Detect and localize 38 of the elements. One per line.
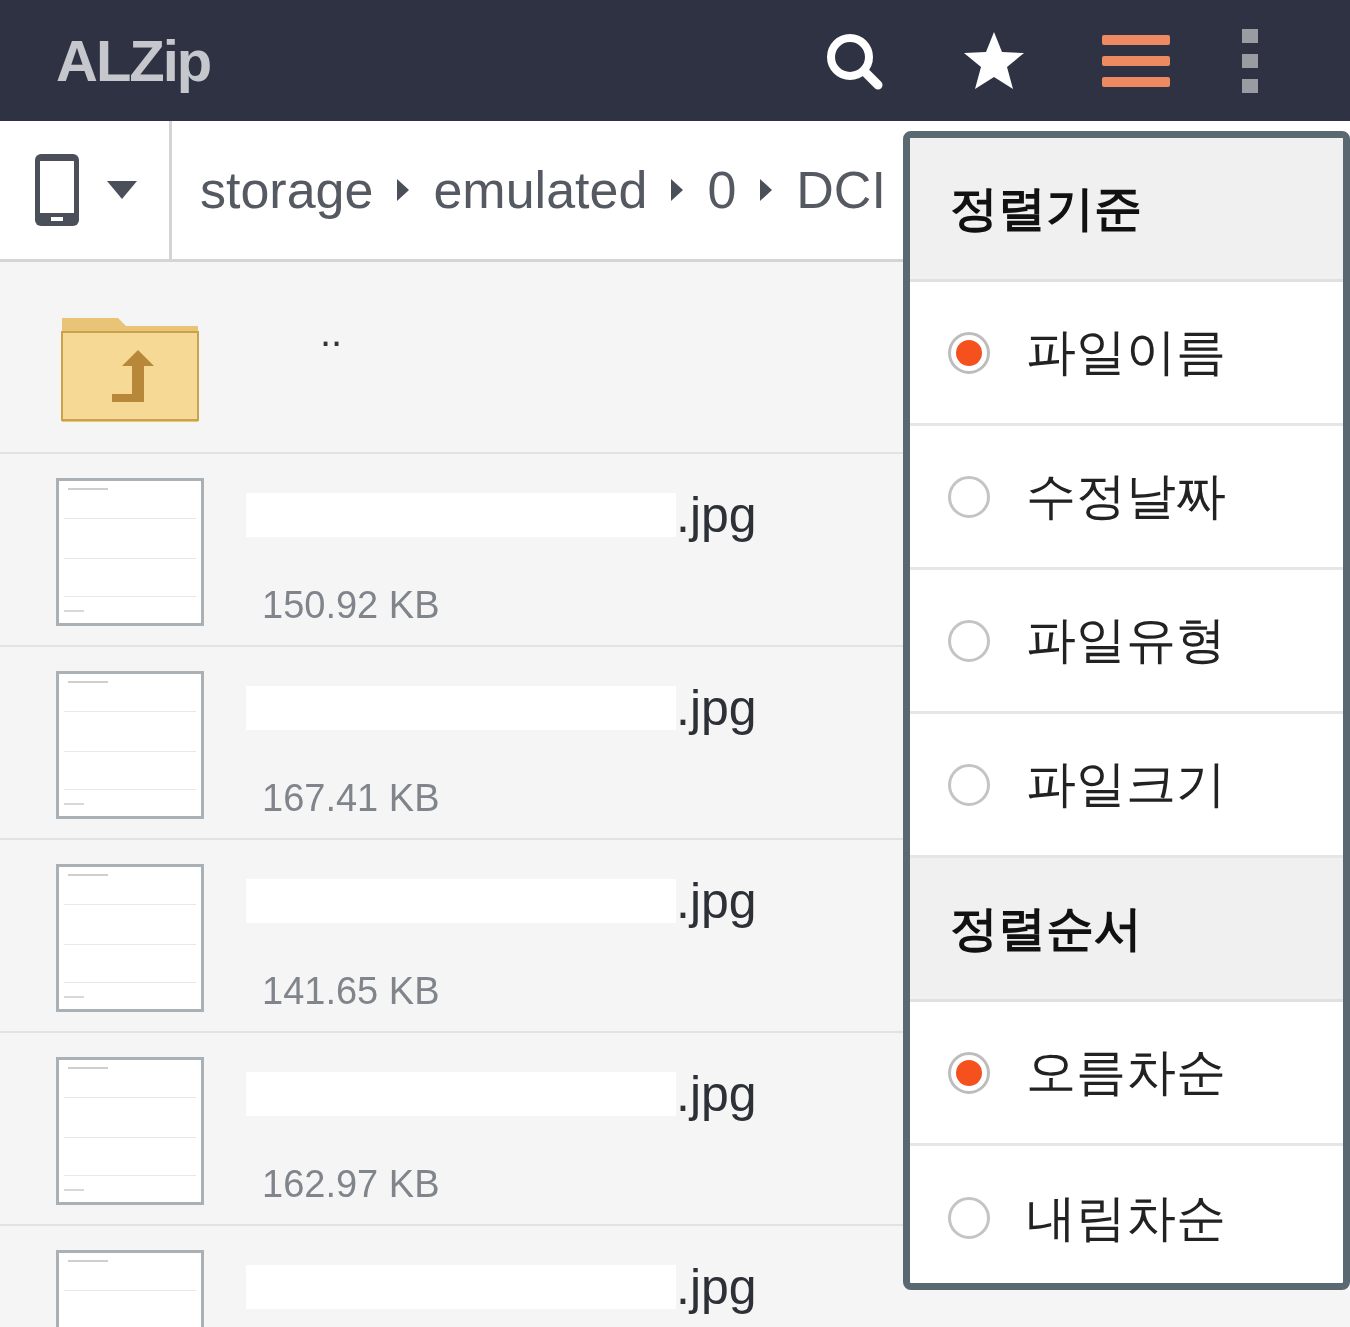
app-title: ALZip: [56, 27, 211, 94]
file-size: 162.97 KB: [262, 1163, 441, 1206]
radio-button[interactable]: [948, 475, 990, 518]
file-size: 141.65 KB: [262, 970, 441, 1013]
more-icon: [1242, 28, 1258, 93]
path-segment[interactable]: DCI: [796, 160, 886, 220]
file-name: .jpg: [676, 486, 757, 544]
path-segment[interactable]: storage: [200, 160, 374, 220]
radio-button[interactable]: [948, 1197, 990, 1239]
sort-option[interactable]: 파일이름: [910, 282, 1343, 426]
file-name: .jpg: [676, 1065, 757, 1123]
option-label: 파일크기: [1026, 755, 1226, 814]
sort-option[interactable]: 파일유형: [910, 570, 1343, 714]
caret-icon: [106, 181, 137, 199]
phone-icon: [32, 152, 81, 228]
option-label: 수정날짜: [1026, 467, 1226, 526]
parent-folder-label: ..: [320, 310, 343, 355]
chevron-icon: [760, 179, 773, 201]
option-label: 오름차순: [1026, 1043, 1226, 1102]
sort-option[interactable]: 오름차순: [910, 1002, 1343, 1146]
option-label: 파일이름: [1026, 323, 1226, 382]
radio-button[interactable]: [948, 763, 990, 806]
radio-button[interactable]: [948, 619, 990, 662]
section-title: 정렬기준: [910, 138, 1343, 282]
path-segment[interactable]: emulated: [433, 160, 648, 220]
file-size: 167.41 KB: [262, 777, 441, 820]
file-name: .jpg: [676, 679, 757, 737]
file-size: 150.92 KB: [262, 584, 441, 627]
radio-button[interactable]: [948, 331, 990, 374]
file-name: .jpg: [676, 872, 757, 930]
section-title: 정렬순서: [910, 858, 1343, 1002]
chevron-icon: [671, 179, 684, 201]
file-name: .jpg: [676, 1258, 757, 1316]
radio-button[interactable]: [948, 1051, 990, 1094]
chevron-icon: [397, 179, 410, 201]
more-button[interactable]: [1242, 28, 1258, 93]
path-segment[interactable]: 0: [707, 160, 737, 220]
sort-option[interactable]: 수정날짜: [910, 426, 1343, 570]
